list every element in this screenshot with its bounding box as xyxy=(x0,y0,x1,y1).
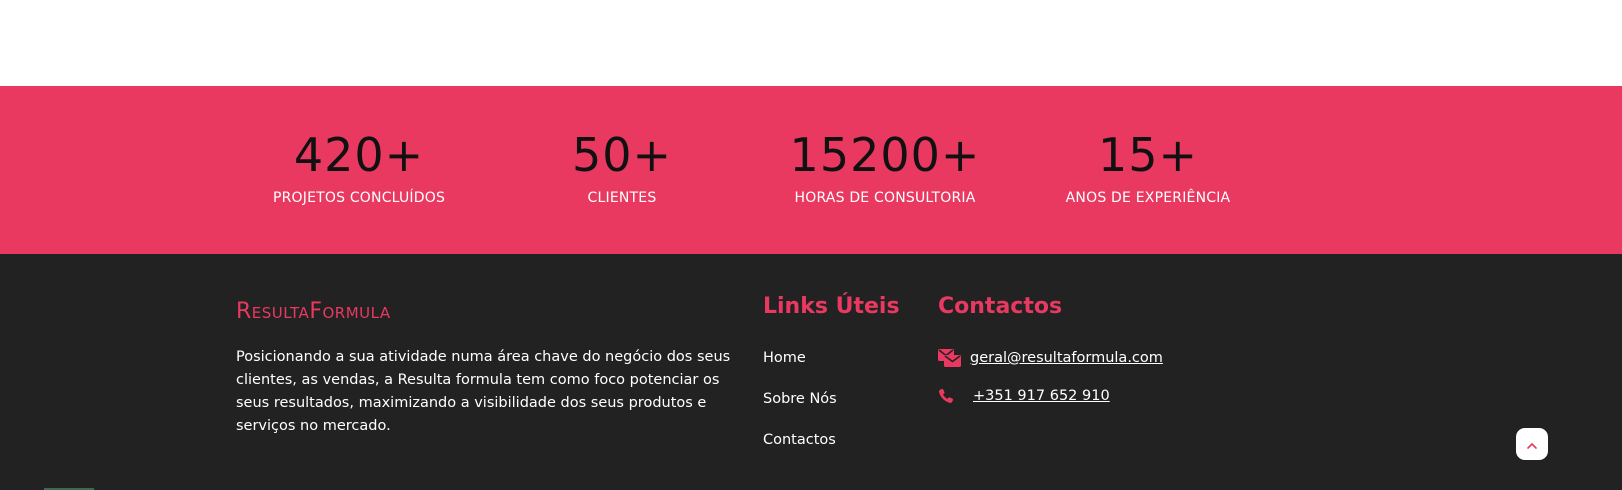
stat-label: ANOS DE EXPERIÊNCIA xyxy=(1065,190,1231,206)
footer-brand-title: ResultaFormula xyxy=(236,299,391,324)
stats-band: 420+ PROJETOS CONCLUÍDOS 50+ CLIENTES 15… xyxy=(0,86,1622,254)
footer-link-contacts[interactable]: Contactos xyxy=(763,432,836,448)
links-column-title: Links Úteis xyxy=(763,294,900,319)
stat-label: CLIENTES xyxy=(587,190,657,206)
contact-phone-link[interactable]: +351 917 652 910 xyxy=(973,388,1110,404)
back-to-top-button[interactable] xyxy=(1516,428,1548,460)
footer-link-about[interactable]: Sobre Nós xyxy=(763,391,837,407)
contacts-column-title: Contactos xyxy=(938,294,1063,319)
contact-phone-row: +351 917 652 910 xyxy=(938,386,1110,406)
contact-email-link[interactable]: geral@resultaformula.com xyxy=(970,350,1163,366)
stat-value: 50+ xyxy=(571,128,673,182)
stat-projects: 420+ PROJETOS CONCLUÍDOS xyxy=(239,130,479,206)
stat-label: PROJETOS CONCLUÍDOS xyxy=(272,190,446,206)
phone-icon xyxy=(938,386,964,406)
stat-value: 420+ xyxy=(293,128,425,182)
footer-brand-description: Posicionando a sua atividade numa área c… xyxy=(236,349,731,434)
stat-value: 15200+ xyxy=(789,128,981,182)
stat-years-experience: 15+ ANOS DE EXPERIÊNCIA xyxy=(1028,130,1268,206)
stat-value: 15+ xyxy=(1097,128,1199,182)
site-footer: ResultaFormula Posicionando a sua ativid… xyxy=(0,254,1622,490)
contact-email-row: geral@resultaformula.com xyxy=(938,348,1163,368)
page-top-blank xyxy=(0,0,1622,86)
chevron-up-icon xyxy=(1527,437,1537,452)
stat-consulting-hours: 15200+ HORAS DE CONSULTORIA xyxy=(765,130,1005,206)
envelope-icon xyxy=(938,348,964,368)
stat-clients: 50+ CLIENTES xyxy=(502,130,742,206)
stat-label: HORAS DE CONSULTORIA xyxy=(794,190,976,206)
footer-link-home[interactable]: Home xyxy=(763,350,806,366)
